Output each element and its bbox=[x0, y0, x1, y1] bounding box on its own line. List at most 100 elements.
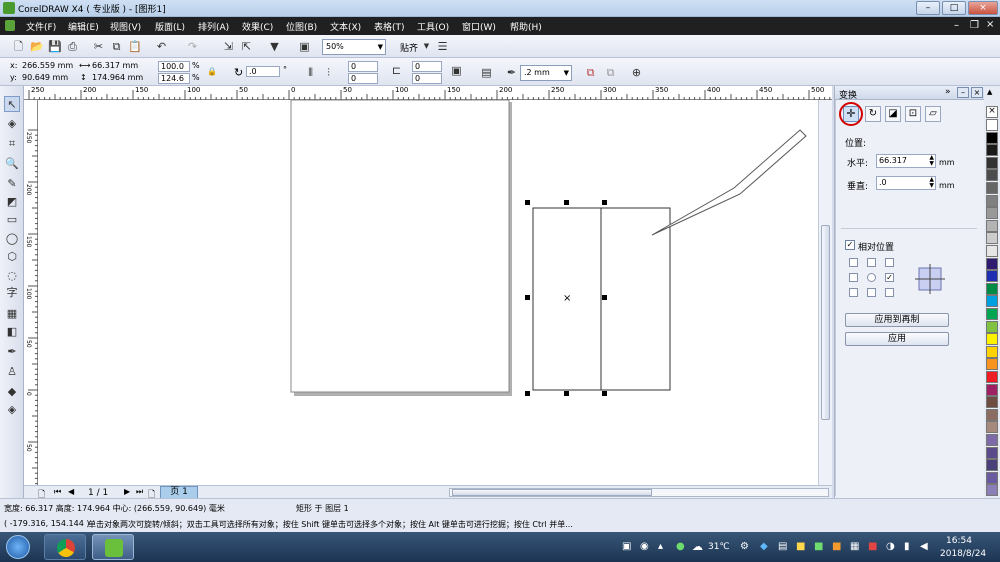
table-tool-icon[interactable]: ▦ bbox=[4, 306, 20, 322]
color-swatch[interactable] bbox=[986, 144, 998, 157]
object-width-field[interactable]: 66.317 mm bbox=[92, 61, 138, 70]
horizontal-scroll-thumb[interactable] bbox=[452, 489, 652, 496]
rotate-mode-icon[interactable]: ↻ bbox=[865, 106, 881, 122]
tray-icon[interactable]: ■ bbox=[814, 541, 823, 552]
close-button[interactable]: × bbox=[968, 1, 998, 15]
anchor-bottom-left[interactable] bbox=[849, 288, 858, 297]
corner-radius-tl-field[interactable]: 0 bbox=[348, 61, 378, 72]
round-corners-lock-icon[interactable]: ▣ bbox=[450, 64, 463, 77]
relative-position-checkbox[interactable]: ✓ bbox=[845, 240, 855, 250]
color-swatch[interactable] bbox=[986, 383, 998, 396]
horizontal-ruler[interactable]: 250 200 150 100 50 0 50 100 150 200 250 300 350 400 45… bbox=[24, 86, 832, 100]
rotation-angle-field[interactable]: .0 bbox=[246, 66, 280, 77]
lock-ratio-icon[interactable]: 🔒 bbox=[207, 67, 217, 76]
color-swatch[interactable] bbox=[986, 484, 998, 497]
color-swatch[interactable] bbox=[986, 333, 998, 346]
tray-icon[interactable]: ◑ bbox=[886, 541, 895, 552]
ellipse-tool-icon[interactable]: ◯ bbox=[4, 231, 20, 247]
outline-width-select[interactable]: .2 mm ▼ bbox=[520, 65, 572, 81]
color-swatch[interactable] bbox=[986, 169, 998, 182]
redo-icon[interactable]: ↷ bbox=[186, 40, 199, 53]
minimize-button[interactable]: – bbox=[916, 1, 940, 15]
smart-fill-tool-icon[interactable]: ◩ bbox=[4, 194, 20, 210]
docker-close-icon[interactable]: × bbox=[971, 87, 983, 98]
convert-to-curves-icon[interactable]: ⊕ bbox=[630, 66, 643, 79]
apply-button[interactable]: 应用 bbox=[845, 332, 949, 346]
menu-window[interactable]: 窗口(W) bbox=[462, 20, 496, 33]
menu-file[interactable]: 文件(F) bbox=[26, 20, 56, 33]
object-height-field[interactable]: 174.964 mm bbox=[92, 73, 143, 82]
color-swatch[interactable] bbox=[986, 119, 998, 131]
tray-icon[interactable]: ▤ bbox=[778, 541, 787, 552]
color-swatch[interactable] bbox=[986, 459, 998, 472]
menu-tools[interactable]: 工具(O) bbox=[417, 20, 449, 33]
color-swatch[interactable] bbox=[986, 219, 998, 232]
y-position-field[interactable]: 90.649 mm bbox=[22, 73, 68, 82]
color-swatch[interactable] bbox=[986, 408, 998, 421]
paste-icon[interactable]: 📋 bbox=[128, 40, 142, 53]
weather-icon[interactable]: ☁ bbox=[692, 540, 703, 553]
anchor-middle-left[interactable] bbox=[849, 273, 858, 282]
clock-date[interactable]: 2018/8/24 bbox=[940, 549, 986, 559]
tray-icon[interactable]: ■ bbox=[832, 541, 841, 552]
undo-icon[interactable]: ↶ bbox=[155, 40, 168, 53]
corner-radius-bl-field[interactable]: 0 bbox=[348, 73, 378, 84]
last-page-icon[interactable]: ⏭ bbox=[136, 487, 143, 497]
color-swatch[interactable] bbox=[986, 232, 998, 245]
color-swatch[interactable] bbox=[986, 270, 998, 283]
no-fill-swatch-icon[interactable]: × bbox=[986, 106, 998, 118]
pick-tool-icon[interactable]: ↖ bbox=[4, 96, 20, 112]
to-front-icon[interactable]: ⧉ bbox=[584, 66, 597, 79]
mirror-vertical-icon[interactable]: ⫶ bbox=[322, 66, 335, 79]
palette-scroll-up-icon[interactable]: ▲ bbox=[987, 88, 992, 96]
anchor-top-center[interactable] bbox=[867, 258, 876, 267]
vertical-scrollbar[interactable] bbox=[818, 100, 832, 485]
color-swatch[interactable] bbox=[986, 308, 998, 320]
doc-minimize-icon[interactable]: – bbox=[954, 20, 959, 31]
vertical-ruler[interactable]: 250 200 150 100 50 0 50 bbox=[24, 100, 38, 485]
color-swatch[interactable] bbox=[986, 156, 998, 169]
skew-mode-icon[interactable]: ▱ bbox=[925, 106, 941, 122]
menu-edit[interactable]: 编辑(E) bbox=[68, 20, 99, 33]
color-swatch[interactable] bbox=[986, 358, 998, 371]
new-document-icon[interactable]: 🗋 bbox=[12, 40, 25, 53]
menu-arrange[interactable]: 排列(A) bbox=[198, 20, 229, 33]
crop-tool-icon[interactable]: ⌗ bbox=[4, 136, 20, 152]
tray-icon[interactable]: ■ bbox=[868, 541, 877, 552]
network-icon[interactable]: ▮ bbox=[904, 541, 910, 552]
spinner-icon[interactable]: ▲ ▼ bbox=[929, 177, 934, 189]
tray-icon[interactable]: ◉ bbox=[640, 541, 649, 552]
chevron-down-icon[interactable]: ▼ bbox=[420, 40, 433, 53]
color-swatch[interactable] bbox=[986, 245, 998, 257]
welcome-screen-icon[interactable]: ▣ bbox=[298, 40, 311, 53]
import-icon[interactable]: ⇲ bbox=[222, 40, 235, 53]
fill-tool-icon[interactable]: ◆ bbox=[4, 384, 20, 400]
color-swatch[interactable] bbox=[986, 421, 998, 434]
zoom-level-select[interactable]: 50% ▼ bbox=[322, 39, 386, 55]
color-swatch[interactable] bbox=[986, 434, 998, 446]
color-swatch[interactable] bbox=[986, 446, 998, 459]
anchor-middle-right[interactable]: ✓ bbox=[885, 273, 894, 282]
anchor-top-left[interactable] bbox=[849, 258, 858, 267]
horizontal-position-input[interactable]: 66.317 ▲ ▼ bbox=[876, 154, 936, 168]
options-icon[interactable]: ☰ bbox=[436, 40, 449, 53]
doc-restore-icon[interactable]: ❐ bbox=[970, 20, 979, 31]
print-icon[interactable]: ⎙ bbox=[66, 40, 79, 53]
anchor-center[interactable] bbox=[867, 273, 876, 282]
mirror-horizontal-icon[interactable]: ⫴ bbox=[304, 66, 317, 79]
interactive-fill-tool-icon[interactable]: ◈ bbox=[4, 402, 20, 418]
lock-corners-icon[interactable]: ⊏ bbox=[390, 64, 403, 77]
color-swatch[interactable] bbox=[986, 371, 998, 383]
freehand-tool-icon[interactable]: ✎ bbox=[4, 176, 20, 192]
color-swatch[interactable] bbox=[986, 131, 998, 144]
color-swatch[interactable] bbox=[986, 396, 998, 409]
menu-table[interactable]: 表格(T) bbox=[374, 20, 405, 33]
doc-close-icon[interactable]: × bbox=[986, 19, 994, 30]
apply-to-duplicate-button[interactable]: 应用到再制 bbox=[845, 313, 949, 327]
rectangle-tool-icon[interactable]: ▭ bbox=[4, 212, 20, 228]
start-button-icon[interactable] bbox=[6, 535, 30, 559]
save-icon[interactable]: 💾 bbox=[48, 40, 62, 53]
shape-tool-icon[interactable]: ◈ bbox=[4, 116, 20, 132]
color-swatch[interactable] bbox=[986, 207, 998, 220]
snap-to-menu[interactable]: 贴齐 bbox=[400, 41, 418, 54]
